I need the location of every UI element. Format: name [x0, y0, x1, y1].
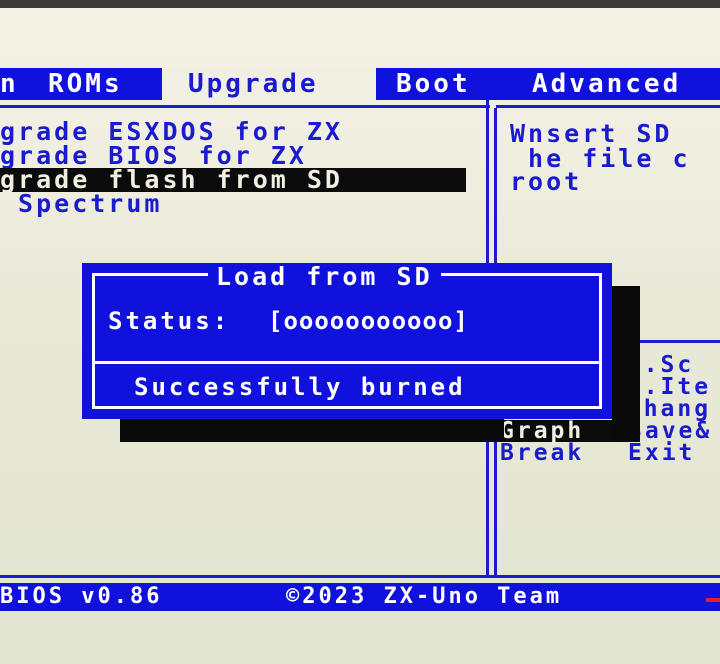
help-action-exit: Exit	[628, 440, 696, 466]
info-panel-top	[496, 105, 720, 108]
info-line-1: Wnsert SD	[510, 119, 673, 148]
indicator-mark	[706, 598, 720, 602]
menu-item-boot[interactable]: Boot	[382, 68, 502, 100]
load-from-sd-dialog: Load from SD Status: [ooooooooooo] Succe…	[82, 263, 612, 419]
info-line-3: root	[510, 167, 583, 196]
menu-bar: n ROMs Upgrade Boot Advanced	[0, 68, 720, 100]
dialog-title: Load from SD	[208, 263, 441, 291]
help-action-save: Save&	[628, 418, 713, 444]
help-key-graph: Graph	[500, 420, 622, 443]
menu-item-advanced[interactable]: Advanced	[518, 68, 720, 100]
dialog-shadow-bottom	[120, 419, 504, 442]
dialog-shadow-right	[612, 286, 640, 442]
menu-item-roms[interactable]: ROMs	[38, 68, 160, 100]
help-key-break: Break	[500, 440, 585, 466]
success-message: Successfully burned	[134, 373, 466, 401]
bios-version: BIOS v0.86	[0, 584, 163, 609]
status-panel-top	[0, 575, 720, 578]
progress-indicator: [ooooooooooo]	[268, 307, 469, 335]
monitor-bezel	[0, 0, 720, 8]
menu-item-main[interactable]: n	[0, 68, 20, 100]
dialog-separator	[92, 361, 602, 364]
menu-item-upgrade[interactable]: Upgrade	[162, 68, 376, 100]
option-spectrum[interactable]: Spectrum	[0, 191, 162, 216]
status-label: Status:	[108, 307, 231, 335]
options-panel-top	[0, 105, 490, 108]
copyright-text: ©2023 ZX-Uno Team	[286, 584, 563, 609]
status-bar: BIOS v0.86 ©2023 ZX-Uno Team	[0, 583, 720, 611]
